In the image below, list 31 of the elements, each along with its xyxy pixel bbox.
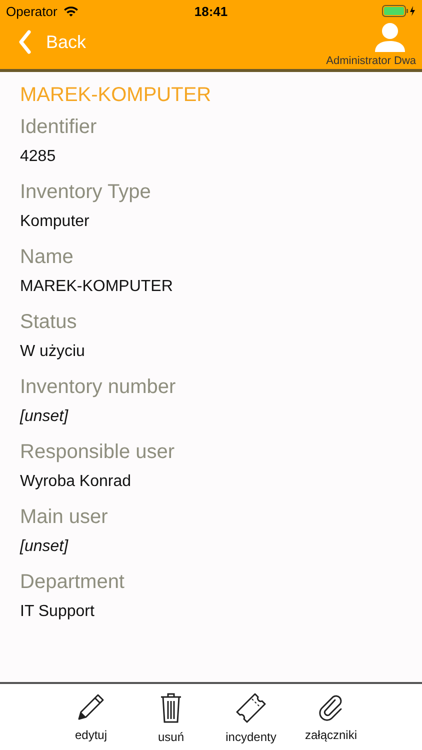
toolbar-button[interactable]: usuń: [143, 692, 199, 750]
field-label: Status: [20, 311, 78, 334]
field-value: MAREK-KOMPUTER: [20, 278, 174, 296]
clock-time: 18:41: [194, 4, 228, 18]
field-label: Department: [20, 571, 126, 594]
carrier-name: Operator: [6, 4, 58, 18]
chevron-left-icon: [18, 30, 32, 54]
trash-icon: [159, 692, 183, 724]
user-name: Administrator Dwa: [326, 55, 416, 67]
user-icon[interactable]: [374, 22, 406, 52]
item-title: MAREK-KOMPUTER: [20, 84, 212, 107]
pencil-icon: [76, 692, 106, 722]
field-label: Main user: [20, 506, 109, 529]
field-label: Inventory number: [20, 376, 177, 399]
ticket-icon: [235, 692, 267, 724]
field-value: [unset]: [20, 408, 70, 426]
field-value: [unset]: [20, 538, 70, 556]
field-value: 4285: [20, 148, 57, 166]
field-value: W użyciu: [20, 343, 86, 361]
field-label: Responsible user: [20, 441, 176, 464]
field-value: Wyroba Konrad: [20, 473, 132, 491]
field-value: Komputer: [20, 213, 90, 231]
toolbar-button[interactable]: edytuj: [63, 692, 119, 750]
toolbar-button[interactable]: załączniki: [303, 692, 359, 750]
field-label: Identifier: [20, 116, 98, 139]
field-label: Inventory Type: [20, 181, 152, 204]
field-value: IT Support: [20, 603, 96, 621]
battery-icon: [382, 5, 416, 17]
toolbar-button[interactable]: incydenty: [223, 692, 279, 750]
wifi-icon: [63, 5, 80, 17]
field-label: Name: [20, 246, 74, 269]
